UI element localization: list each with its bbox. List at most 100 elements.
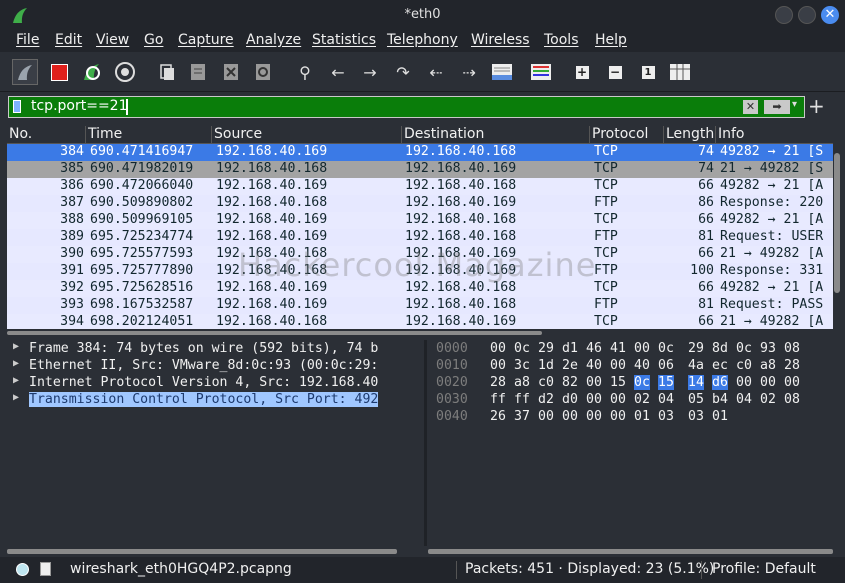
hex-byte[interactable]: c0 (538, 375, 554, 390)
hex-byte[interactable]: 26 (490, 409, 506, 424)
hex-byte[interactable]: 05 (688, 392, 704, 407)
hex-byte[interactable]: 41 (610, 341, 626, 356)
hex-byte[interactable]: 00 (736, 375, 752, 390)
menu-view[interactable]: View (96, 32, 129, 48)
display-filter-input[interactable]: tcp.port==21 ✕ ➡ ▾ (8, 96, 805, 118)
normal-size-icon[interactable]: 1 (635, 59, 661, 85)
expand-arrow-icon[interactable]: ▶ (13, 375, 19, 386)
open-file-icon[interactable] (154, 59, 180, 85)
hex-byte[interactable]: d1 (562, 341, 578, 356)
packet-row[interactable]: 393 698.167532587 192.168.40.169 192.168.40… (7, 297, 833, 314)
capture-comment-icon[interactable] (40, 562, 51, 576)
hex-byte[interactable]: 00 (760, 375, 776, 390)
hex-byte[interactable]: 00 (586, 409, 602, 424)
bytes-hscrollbar[interactable] (428, 549, 841, 554)
zoom-in-icon[interactable]: + (569, 59, 595, 85)
filter-dropdown-icon[interactable]: ▾ (792, 99, 802, 110)
hex-byte[interactable]: 00 (586, 375, 602, 390)
hex-byte[interactable]: 0c (514, 341, 530, 356)
hex-byte[interactable]: 00 (562, 409, 578, 424)
hex-byte[interactable]: 46 (586, 341, 602, 356)
close-button[interactable]: ✕ (821, 6, 839, 24)
close-file-icon[interactable] (218, 59, 244, 85)
hex-byte[interactable]: 1d (538, 358, 554, 373)
column-header-length[interactable]: Length (664, 126, 716, 144)
hex-byte[interactable]: 4a (688, 358, 704, 373)
expert-info-icon[interactable] (16, 563, 29, 576)
column-header-protocol[interactable]: Protocol (590, 126, 664, 144)
hex-byte[interactable]: a8 (760, 358, 776, 373)
search-icon[interactable]: ⚲ (292, 59, 318, 85)
packet-row[interactable]: 394 698.202124051 192.168.40.168 192.168.40… (7, 314, 833, 329)
hex-byte[interactable]: 3c (514, 358, 530, 373)
hex-byte[interactable]: 28 (490, 375, 506, 390)
save-file-icon[interactable] (185, 59, 211, 85)
menu-wireless[interactable]: Wireless (471, 32, 530, 48)
hex-byte[interactable]: 14 (688, 375, 704, 390)
hex-byte[interactable]: 03 (658, 409, 674, 424)
hex-byte[interactable]: 93 (760, 341, 776, 356)
reload-file-icon[interactable] (250, 59, 276, 85)
menu-statistics[interactable]: Statistics (312, 32, 376, 48)
hex-byte[interactable]: 15 (658, 375, 674, 390)
expand-arrow-icon[interactable]: ▶ (13, 358, 19, 369)
column-header-source[interactable]: Source (212, 126, 402, 144)
zoom-out-icon[interactable]: − (602, 59, 628, 85)
hex-byte[interactable]: 0c (736, 341, 752, 356)
packet-row[interactable]: 387 690.509890802 192.168.40.168 192.168.40… (7, 195, 833, 212)
stop-capture-icon[interactable] (46, 59, 72, 85)
restart-capture-icon[interactable] (79, 59, 105, 85)
hex-byte[interactable]: 8d (712, 341, 728, 356)
hex-byte[interactable]: 2e (562, 358, 578, 373)
hex-byte[interactable]: 01 (634, 409, 650, 424)
packet-row[interactable]: 384 690.471416947 192.168.40.169 192.168.40… (7, 144, 833, 161)
hex-byte[interactable]: 37 (514, 409, 530, 424)
hex-byte[interactable]: 00 (610, 392, 626, 407)
autoscroll-icon[interactable] (489, 59, 515, 85)
add-filter-button-icon[interactable]: + (808, 94, 825, 118)
hex-byte[interactable]: 02 (634, 392, 650, 407)
hex-byte[interactable]: 04 (736, 392, 752, 407)
hex-byte[interactable]: 00 (634, 341, 650, 356)
colorize-icon[interactable] (528, 59, 554, 85)
hex-byte[interactable]: 00 (610, 409, 626, 424)
hex-byte[interactable]: 00 (490, 341, 506, 356)
hex-byte[interactable]: d0 (562, 392, 578, 407)
menu-tools[interactable]: Tools (544, 32, 579, 48)
hex-byte[interactable]: ff (514, 392, 530, 407)
last-packet-icon[interactable]: ⇢ (456, 59, 482, 85)
hex-byte[interactable]: 06 (658, 358, 674, 373)
hex-byte[interactable]: 15 (610, 375, 626, 390)
hex-byte[interactable]: 00 (538, 409, 554, 424)
apply-filter-icon[interactable]: ➡ (764, 100, 790, 114)
hex-byte[interactable]: 00 (586, 392, 602, 407)
hex-byte[interactable]: 28 (784, 358, 800, 373)
hex-byte[interactable]: 04 (658, 392, 674, 407)
packet-list-vscrollbar[interactable] (833, 125, 841, 330)
hex-byte[interactable]: 40 (586, 358, 602, 373)
hex-byte[interactable]: 00 (490, 358, 506, 373)
menu-analyze[interactable]: Analyze (246, 32, 301, 48)
packet-list-hscrollbar[interactable] (7, 330, 833, 336)
hex-byte[interactable]: 82 (562, 375, 578, 390)
packet-row[interactable]: 389 695.725234774 192.168.40.169 192.168.40… (7, 229, 833, 246)
first-packet-icon[interactable]: ⇠ (423, 59, 449, 85)
back-arrow-icon[interactable]: ← (325, 59, 351, 85)
hex-byte[interactable]: d2 (538, 392, 554, 407)
hex-byte[interactable]: 02 (760, 392, 776, 407)
column-header-destination[interactable]: Destination (402, 126, 590, 144)
packet-row[interactable]: 386 690.472066040 192.168.40.169 192.168.40… (7, 178, 833, 195)
hex-byte[interactable]: 00 (610, 358, 626, 373)
hex-byte[interactable]: 0c (634, 375, 650, 390)
hex-byte[interactable]: ec (712, 358, 728, 373)
column-header-no[interactable]: No. (7, 126, 86, 144)
resize-columns-icon[interactable] (667, 59, 693, 85)
packet-row[interactable]: 385 690.471982019 192.168.40.168 192.168.40… (7, 161, 833, 178)
maximize-button[interactable] (798, 6, 816, 24)
bookmark-icon[interactable] (13, 100, 21, 113)
clear-filter-icon[interactable]: ✕ (743, 100, 758, 114)
hex-byte[interactable]: 40 (634, 358, 650, 373)
hex-byte[interactable]: 29 (688, 341, 704, 356)
filter-text[interactable]: tcp.port==21 (31, 98, 128, 114)
menu-edit[interactable]: Edit (55, 32, 82, 48)
